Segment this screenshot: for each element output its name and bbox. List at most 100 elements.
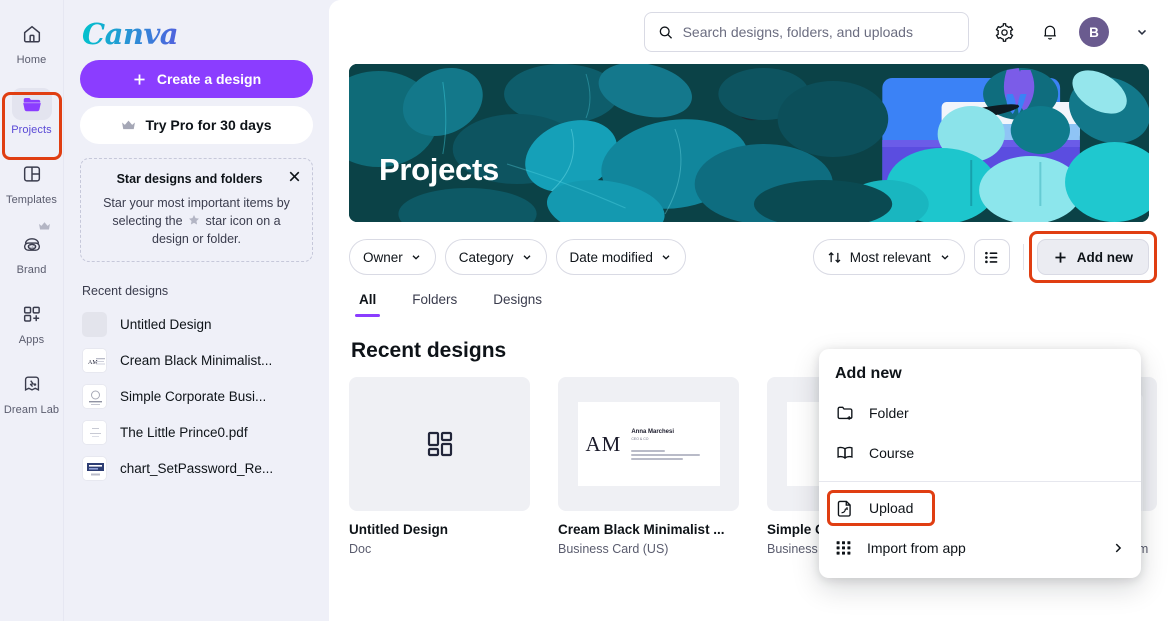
nav-rail: Home Projects Templates CO Brand Apps Dr… xyxy=(0,0,64,621)
tab-folders-label: Folders xyxy=(412,292,458,307)
avatar[interactable]: B xyxy=(1079,17,1109,47)
chevron-down-icon xyxy=(412,255,420,260)
doc-grid-icon xyxy=(427,431,452,457)
list-item-label: Cream Black Minimalist... xyxy=(120,352,273,368)
home-icon-box xyxy=(12,18,52,50)
chevron-down-icon xyxy=(523,255,531,260)
list-item-label: The Little Prince0.pdf xyxy=(120,424,248,440)
templates-icon-box xyxy=(12,158,52,190)
create-a-design-button[interactable]: Create a design xyxy=(80,60,313,98)
close-icon-glyph xyxy=(289,171,299,181)
gear-icon xyxy=(995,22,1013,42)
list-item[interactable]: AM Cream Black Minimalist... xyxy=(80,342,313,378)
list-view-button[interactable] xyxy=(973,239,1010,275)
tab-designs[interactable]: Designs xyxy=(489,288,546,317)
menu-divider xyxy=(819,481,1141,482)
menu-item-folder-label: Folder xyxy=(869,405,909,421)
try-pro-button[interactable]: Try Pro for 30 days xyxy=(80,106,313,144)
list-item-label: chart_SetPassword_Re... xyxy=(120,460,274,476)
folder-icon xyxy=(22,98,41,112)
menu-item-upload[interactable]: Upload xyxy=(819,488,1141,528)
sidebar-item-apps[interactable]: Apps xyxy=(0,290,64,360)
menu-item-upload-label: Upload xyxy=(869,500,914,516)
design-card[interactable]: AM Anna Marchesi CEO & CO Cream Black Mi… xyxy=(558,377,739,556)
chevron-down-icon xyxy=(941,255,949,260)
sidebar-item-home-label: Home xyxy=(16,54,47,66)
apps-icon-box xyxy=(12,298,52,330)
chevron-down-icon xyxy=(1137,29,1147,35)
tab-all[interactable]: All xyxy=(355,288,381,317)
tab-designs-label: Designs xyxy=(493,292,543,307)
filter-owner[interactable]: Owner xyxy=(349,239,436,275)
search-icon xyxy=(659,25,673,39)
filter-category[interactable]: Category xyxy=(444,239,547,275)
add-new-button[interactable]: Add new xyxy=(1036,239,1149,275)
menu-item-course[interactable]: Course xyxy=(819,433,1141,473)
star-tip-title: Star designs and folders xyxy=(116,172,263,186)
crown-icon xyxy=(38,222,50,230)
grid-apps-icon xyxy=(836,541,851,555)
thumb-business-card: AM xyxy=(83,348,106,372)
design-card[interactable]: Untitled Design Doc xyxy=(349,377,530,556)
thumb-corporate-card xyxy=(83,384,106,408)
recent-thumbnail xyxy=(82,419,107,445)
design-card-thumbnail: AM Anna Marchesi CEO & CO xyxy=(558,377,739,511)
search-input[interactable] xyxy=(682,24,955,40)
list-item[interactable]: Simple Corporate Busi... xyxy=(80,378,313,414)
sidebar-item-dream-lab[interactable]: Dream Lab xyxy=(0,360,64,430)
sidebar-item-apps-label: Apps xyxy=(18,334,45,346)
list-item[interactable]: Untitled Design xyxy=(80,306,313,342)
design-card-subtitle: Business Card (US) xyxy=(558,542,669,556)
sidebar-item-brand[interactable]: CO Brand xyxy=(0,220,64,290)
sidebar-item-projects[interactable]: Projects xyxy=(0,80,64,150)
sidebar-item-home[interactable]: Home xyxy=(0,10,64,80)
add-new-label: Add new xyxy=(1076,249,1133,265)
filter-date-modified[interactable]: Date modified xyxy=(555,239,686,275)
list-item[interactable]: The Little Prince0.pdf xyxy=(80,414,313,450)
business-card-monogram: AM xyxy=(585,431,622,456)
home-icon xyxy=(23,25,40,43)
menu-item-import-from-app-label: Import from app xyxy=(867,540,966,556)
star-tip-card: Star designs and folders Star your most … xyxy=(80,158,313,262)
settings-button[interactable] xyxy=(987,15,1021,49)
close-icon[interactable] xyxy=(286,168,302,184)
tab-bar: All Folders Designs xyxy=(349,288,1149,317)
canva-logo[interactable]: Canva xyxy=(82,14,313,54)
apps-icon xyxy=(23,306,40,322)
sort-label: Most relevant xyxy=(849,249,931,265)
design-card-name: Cream Black Minimalist ... xyxy=(558,522,725,537)
list-item[interactable]: chart_SetPassword_Re... xyxy=(80,450,313,486)
book-icon xyxy=(837,446,853,460)
sidebar-item-templates[interactable]: Templates xyxy=(0,150,64,220)
hero-illustration xyxy=(349,64,1149,222)
left-panel: Canva Create a design Try Pro for 30 day… xyxy=(64,0,329,621)
tab-folders[interactable]: Folders xyxy=(408,288,461,317)
menu-item-upload-wrapper: Upload xyxy=(819,488,1141,528)
menu-item-import-from-app[interactable]: Import from app xyxy=(819,528,1141,568)
top-bar: B xyxy=(329,0,1169,64)
menu-item-course-label: Course xyxy=(869,445,915,461)
plus-icon xyxy=(134,73,145,85)
menu-item-folder[interactable]: Folder xyxy=(819,393,1141,433)
sort-dropdown[interactable]: Most relevant xyxy=(812,239,965,275)
thumb-chart xyxy=(83,456,106,480)
plus-icon xyxy=(1055,251,1066,263)
filter-owner-label: Owner xyxy=(363,249,403,265)
star-icon xyxy=(189,215,200,225)
crown-icon xyxy=(122,120,136,130)
account-menu-button[interactable] xyxy=(1129,19,1155,45)
dream-lab-icon xyxy=(24,376,39,391)
recent-designs-list: Untitled Design AM Cream Black Minimalis… xyxy=(80,306,313,486)
projects-hero-banner: Projects xyxy=(349,64,1149,222)
recent-thumbnail: AM xyxy=(82,347,107,373)
thumb-pdf xyxy=(83,420,106,444)
filter-bar: Owner Category Date modified Most releva… xyxy=(349,231,1157,283)
folder-icon-box xyxy=(11,88,52,120)
search-bar[interactable] xyxy=(644,12,969,52)
recent-thumbnail xyxy=(82,455,107,481)
sidebar-item-projects-label: Projects xyxy=(11,124,52,136)
templates-icon xyxy=(23,166,40,182)
notifications-button[interactable] xyxy=(1033,15,1067,49)
brand-icon: CO xyxy=(23,238,40,251)
svg-text:CO: CO xyxy=(29,245,34,249)
